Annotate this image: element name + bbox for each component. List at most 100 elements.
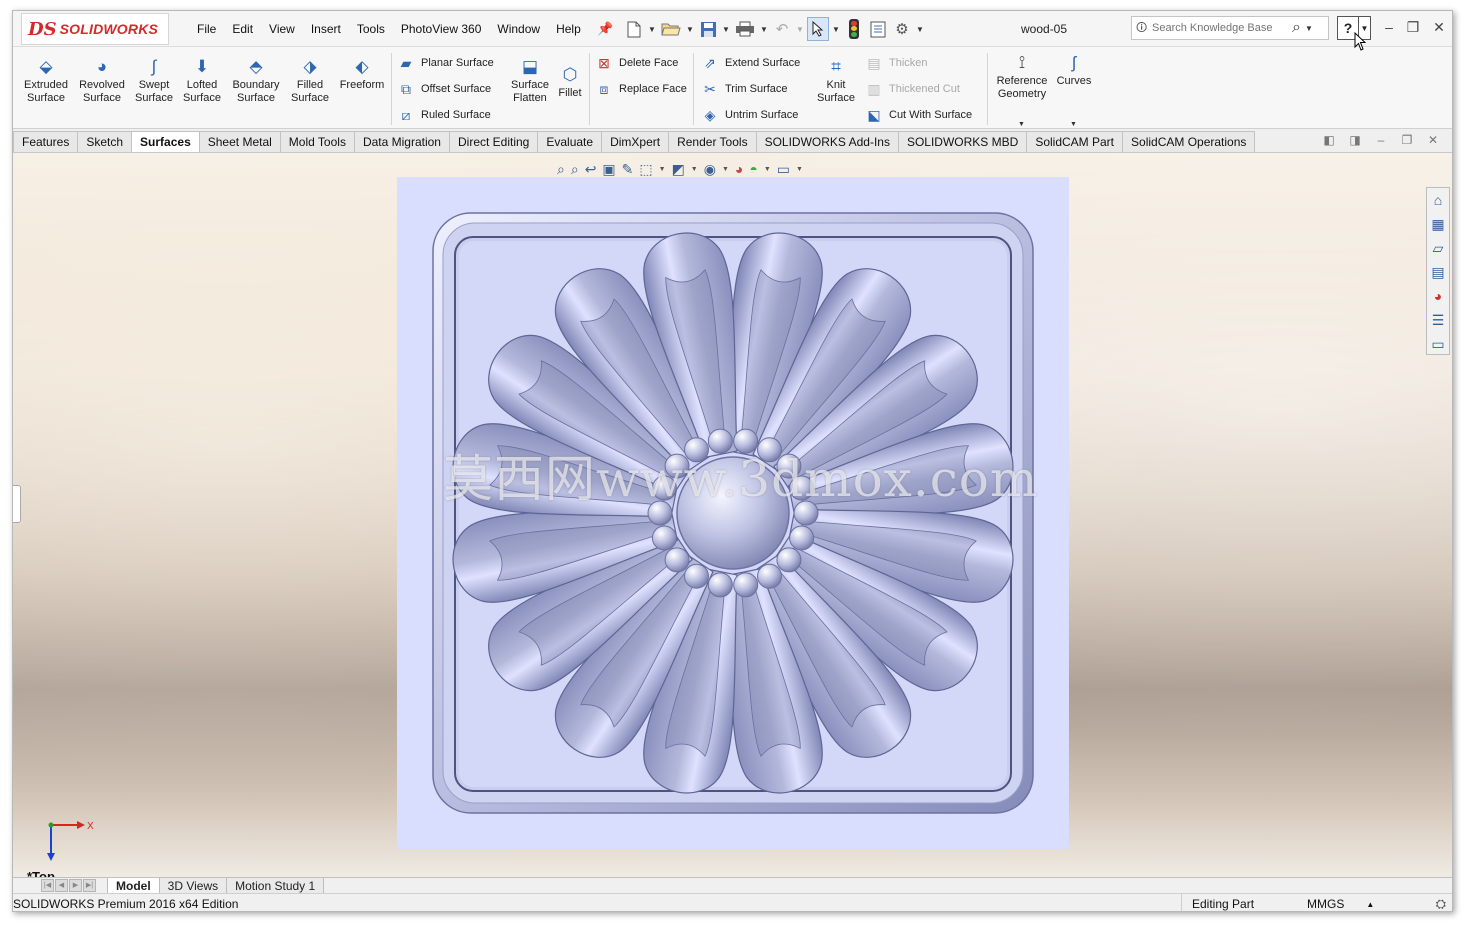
file-properties-icon[interactable] [867,17,889,41]
tab-features[interactable]: Features [13,131,79,152]
select-dropdown-icon[interactable]: ▼ [831,25,841,34]
viewport-restore-icon[interactable]: ❐ [1399,133,1415,147]
next-tab-icon[interactable]: ▶ [69,879,82,892]
extend-surface-button[interactable]: ⇗ Extend Surface [701,53,800,73]
search-icon[interactable]: ⌕ [1292,19,1301,37]
model-plate[interactable] [397,177,1069,849]
swept-surface-button[interactable]: ∫ Swept Surface [127,57,181,105]
apply-scene-dropdown-icon[interactable]: ▼ [764,166,771,173]
fillet-button[interactable]: ⬡ Fillet [545,65,595,100]
feature-manager-handle[interactable] [13,485,21,523]
rebuild-icon[interactable] [843,17,865,41]
tab-render-tools[interactable]: Render Tools [668,131,757,152]
extruded-surface-button[interactable]: ⬙ Extruded Surface [19,57,73,105]
replace-face-button[interactable]: ⧈ Replace Face [595,79,687,99]
lofted-surface-button[interactable]: ⬇ Lofted Surface [175,57,229,105]
hide-show-items-icon[interactable]: ◉ [704,161,716,178]
new-document-icon[interactable] [623,17,645,41]
trim-surface-button[interactable]: ✂ Trim Surface [701,79,787,99]
tab-mold-tools[interactable]: Mold Tools [279,131,355,152]
solidworks-logo[interactable]: DS SOLIDWORKS [21,13,169,45]
design-library-icon[interactable]: ▦ [1429,214,1447,234]
view-orientation-icon[interactable]: ⬚ [639,161,652,178]
solidworks-resources-icon[interactable]: ⌂ [1429,190,1447,210]
filled-surface-button[interactable]: ⬗ Filled Surface [283,57,337,105]
tab-model[interactable]: Model [107,878,160,894]
tab-solidcam-part[interactable]: SolidCAM Part [1026,131,1124,152]
zoom-to-fit-icon[interactable]: ⌕ [557,161,565,178]
tile-right-icon[interactable]: ◨ [1347,133,1363,147]
apply-scene-icon[interactable]: ◓ [749,161,757,177]
tab-solidcam-operations[interactable]: SolidCAM Operations [1122,131,1256,152]
ruled-surface-button[interactable]: ⧄ Ruled Surface [397,105,491,125]
menu-file[interactable]: File [189,22,224,36]
print-dropdown-icon[interactable]: ▼ [759,25,769,34]
viewport-close-icon[interactable]: ✕ [1425,133,1441,147]
reference-geometry-dropdown-icon[interactable]: ▼ [1018,121,1025,128]
menu-edit[interactable]: Edit [224,22,261,36]
untrim-surface-button[interactable]: ◈ Untrim Surface [701,105,799,125]
delete-face-button[interactable]: ⊠ Delete Face [595,53,678,73]
freeform-button[interactable]: ⬖ Freeform [335,57,389,92]
search-input[interactable] [1152,22,1288,34]
restore-icon[interactable]: ❐ [1403,19,1423,36]
appearances-icon[interactable]: ◕ [1429,286,1447,306]
menu-help[interactable]: Help [548,22,589,36]
prev-tab-icon[interactable]: ◀ [55,879,68,892]
new-dropdown-icon[interactable]: ▼ [647,25,657,34]
viewport-minimize-icon[interactable]: – [1373,133,1389,147]
custom-properties-icon[interactable]: ☰ [1429,310,1447,330]
close-icon[interactable]: ✕ [1429,19,1449,36]
pin-menu-icon[interactable]: 📌 [597,21,613,37]
zoom-to-area-icon[interactable]: ⌕ [571,161,579,178]
menu-photoview[interactable]: PhotoView 360 [393,22,490,36]
tab-sheet-metal[interactable]: Sheet Metal [198,131,281,152]
menu-view[interactable]: View [261,22,303,36]
hide-show-dropdown-icon[interactable]: ▼ [722,166,729,173]
view-orientation-dropdown-icon[interactable]: ▼ [659,166,666,173]
undo-icon[interactable]: ↶ [771,17,793,41]
file-explorer-icon[interactable]: ▱ [1429,238,1447,258]
tab-evaluate[interactable]: Evaluate [537,131,603,152]
options-dropdown-icon[interactable]: ▼ [915,25,925,34]
rosette-model[interactable] [397,177,1069,849]
dynamic-annotation-icon[interactable]: ✎ [622,161,634,178]
save-icon[interactable] [697,17,719,41]
last-tab-icon[interactable]: ▶| [83,879,96,892]
section-view-icon[interactable]: ▣ [602,161,615,178]
view-palette-icon[interactable]: ▤ [1429,262,1447,282]
thickened-cut-button[interactable]: ▥ Thickened Cut [865,79,960,99]
forum-icon[interactable]: ▭ [1429,334,1447,354]
search-knowledge-base[interactable]: 🛈 ⌕ ▼ [1131,16,1329,40]
options-icon[interactable]: ⚙ [891,17,913,41]
previous-view-icon[interactable]: ↩ [585,161,597,178]
select-icon[interactable] [807,17,829,41]
graphics-area[interactable]: ⌕ ⌕ ↩ ▣ ✎ ⬚ ▼ ◩ ▼ ◉ ▼ ◕ ◓ ▼ ▭ ▼ ⌂ ▦ ▱ ▤ … [13,153,1452,877]
tab-sketch[interactable]: Sketch [77,131,133,152]
undo-dropdown-icon[interactable]: ▼ [795,25,805,34]
search-dropdown-icon[interactable]: ▼ [1305,24,1313,33]
save-dropdown-icon[interactable]: ▼ [721,25,731,34]
offset-surface-button[interactable]: ⧉ Offset Surface [397,79,491,99]
display-style-icon[interactable]: ◩ [672,161,685,178]
tab-solidworks-add-ins[interactable]: SOLIDWORKS Add-Ins [755,131,899,152]
revolved-surface-button[interactable]: ◕ Revolved Surface [75,57,129,105]
view-settings-dropdown-icon[interactable]: ▼ [796,166,803,173]
tile-left-icon[interactable]: ◧ [1321,133,1337,147]
cut-with-surface-button[interactable]: ⬕ Cut With Surface [865,105,972,125]
open-icon[interactable] [659,17,683,41]
knit-surface-button[interactable]: ⌗ Knit Surface [809,57,863,105]
tab-data-migration[interactable]: Data Migration [353,131,450,152]
tab-dimxpert[interactable]: DimXpert [601,131,670,152]
planar-surface-button[interactable]: ▰ Planar Surface [397,53,494,73]
boundary-surface-button[interactable]: ⬘ Boundary Surface [229,57,283,105]
first-tab-icon[interactable]: |◀ [41,879,54,892]
minimize-icon[interactable]: – [1379,19,1399,35]
tab-motion-study-1[interactable]: Motion Study 1 [226,878,325,894]
tab-direct-editing[interactable]: Direct Editing [448,131,539,152]
open-dropdown-icon[interactable]: ▼ [685,25,695,34]
view-settings-icon[interactable]: ▭ [777,161,790,178]
curves-dropdown-icon[interactable]: ▼ [1070,121,1077,128]
unit-system-selector[interactable]: MMGS ▲ [1285,894,1385,911]
edit-appearance-icon[interactable]: ◕ [735,161,743,177]
